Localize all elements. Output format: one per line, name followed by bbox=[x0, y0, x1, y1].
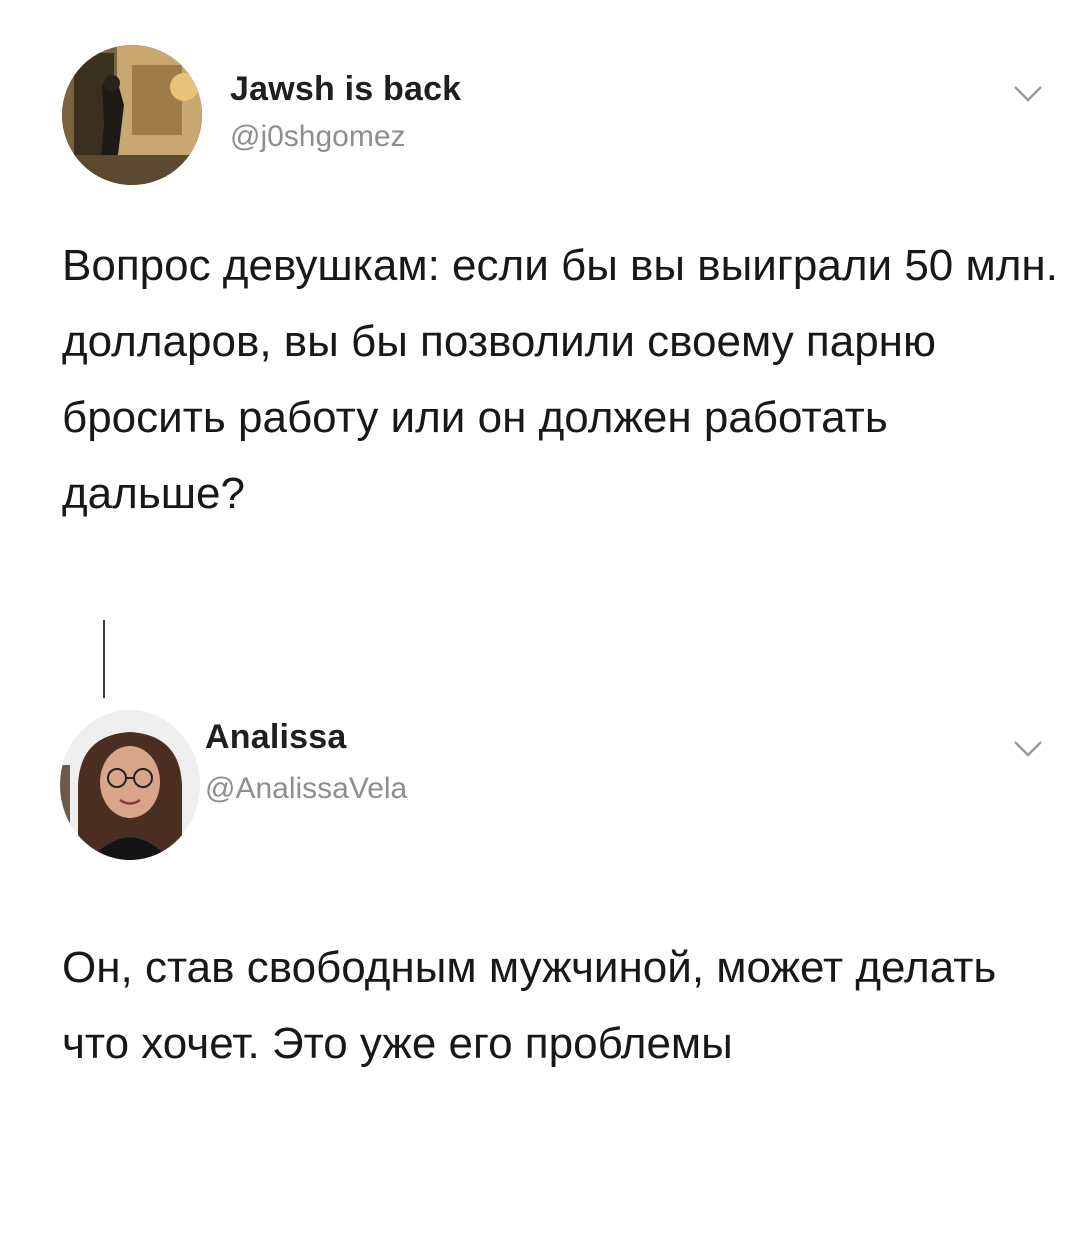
avatar-image bbox=[60, 710, 200, 860]
chevron-down-icon[interactable] bbox=[1012, 738, 1044, 760]
display-name[interactable]: Analissa bbox=[205, 718, 346, 757]
avatar-image bbox=[62, 45, 202, 185]
avatar[interactable] bbox=[60, 710, 200, 860]
thread-connector bbox=[103, 620, 105, 698]
avatar[interactable] bbox=[62, 45, 202, 185]
tweet-text: Вопрос девушкам: если бы вы выиграли 50 … bbox=[62, 241, 1058, 518]
tweet-text: Он, став свободным мужчиной, может делат… bbox=[62, 943, 997, 1068]
chevron-down-icon[interactable] bbox=[1012, 83, 1044, 105]
display-name[interactable]: Jawsh is back bbox=[230, 70, 461, 109]
user-handle[interactable]: @j0shgomez bbox=[230, 120, 406, 154]
user-handle[interactable]: @AnalissaVela bbox=[205, 772, 407, 806]
